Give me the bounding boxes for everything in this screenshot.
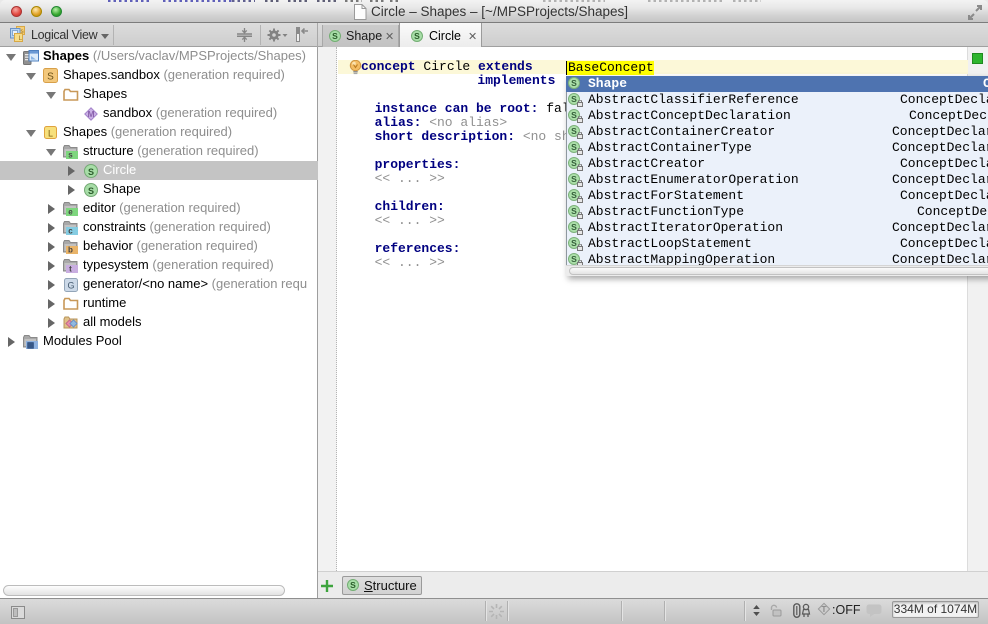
svg-text:T: T xyxy=(822,605,827,614)
svg-text:S: S xyxy=(88,186,94,196)
svg-text:b: b xyxy=(68,245,73,254)
svg-text:G: G xyxy=(67,280,74,290)
svg-text:L: L xyxy=(19,35,23,42)
svg-text:L: L xyxy=(48,128,53,138)
svg-text:S: S xyxy=(88,167,94,177)
svg-text:M: M xyxy=(87,109,94,119)
svg-text:e: e xyxy=(68,207,73,216)
svg-text:c: c xyxy=(68,226,73,235)
svg-text:S: S xyxy=(47,71,54,82)
svg-text:s: s xyxy=(68,150,73,159)
svg-text:▦: ▦ xyxy=(27,340,35,349)
svg-text:t: t xyxy=(69,264,72,273)
